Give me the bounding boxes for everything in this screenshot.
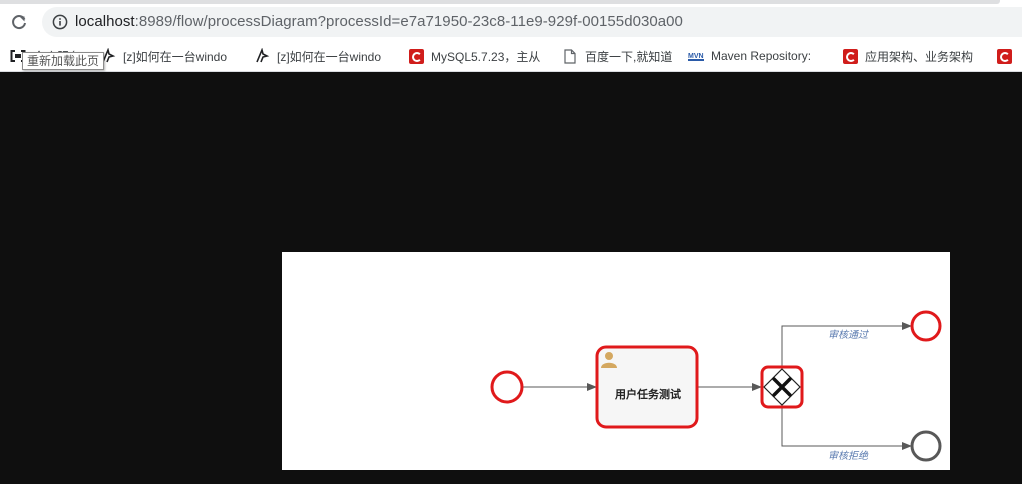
bookmarks-bar: 全库服务 [z]如何在一台windo [z]如何在一台windo MySQL5.… bbox=[0, 40, 1022, 72]
bookmark-item[interactable]: 应用架构、业务架构 bbox=[842, 46, 978, 66]
info-icon[interactable] bbox=[52, 14, 68, 30]
reload-icon bbox=[12, 15, 26, 30]
bookmark-item[interactable]: 百度一下,就知道 bbox=[562, 46, 680, 66]
start-event[interactable] bbox=[490, 370, 524, 404]
flow-label-approve: 审核通过 bbox=[828, 330, 868, 341]
bookmark-item[interactable]: [z]如何在一台windo bbox=[100, 46, 240, 66]
reload-button[interactable] bbox=[6, 9, 32, 35]
process-diagram: 用户任务测试 审核通过 审核拒绝 bbox=[282, 252, 950, 470]
address-bar-area: localhost:8989/flow/processDiagram?proce… bbox=[0, 0, 1022, 40]
omnibox[interactable]: localhost:8989/flow/processDiagram?proce… bbox=[42, 7, 1022, 37]
page-icon bbox=[562, 48, 578, 64]
diagram-svg bbox=[490, 310, 942, 462]
url-host: localhost bbox=[75, 13, 135, 30]
bookmark-label: MySQL5.7.23，主从 bbox=[431, 49, 541, 64]
tab-strip-edge bbox=[0, 0, 1000, 4]
url-text[interactable]: localhost:8989/flow/processDiagram?proce… bbox=[75, 13, 683, 30]
bookmark-item[interactable]: MVN Maven Repository: bbox=[688, 46, 824, 66]
bookmark-label: Maven Repository: bbox=[711, 49, 812, 63]
csdn-c-icon bbox=[408, 48, 424, 64]
end-event-approve[interactable] bbox=[910, 310, 942, 342]
bookmark-item[interactable]: [z]如何在一台windo bbox=[254, 46, 394, 66]
bookmark-label: 百度一下,就知道 bbox=[585, 49, 673, 64]
end-event-reject[interactable] bbox=[910, 430, 942, 462]
svg-text:MVN: MVN bbox=[688, 53, 704, 60]
csdn-c-icon bbox=[996, 48, 1012, 64]
task-label: 用户任务测试 bbox=[615, 389, 681, 401]
z-logo-icon bbox=[254, 48, 270, 64]
bookmark-label: [z]如何在一台windo bbox=[277, 49, 382, 64]
mvn-icon: MVN bbox=[688, 48, 704, 64]
flow-reject[interactable] bbox=[781, 407, 912, 450]
bookmark-item[interactable]: MySQL5.7.23，主从 bbox=[408, 46, 546, 66]
csdn-c-icon bbox=[842, 48, 858, 64]
bookmark-item[interactable] bbox=[996, 46, 1022, 66]
bookmark-label: [z]如何在一台windo bbox=[123, 49, 228, 64]
bookmark-label: 应用架构、业务架构 bbox=[865, 49, 974, 64]
reload-tooltip: 重新加载此页 bbox=[22, 52, 105, 70]
url-path: :8989/flow/processDiagram?processId=e7a7… bbox=[134, 13, 683, 30]
flow-label-reject: 审核拒绝 bbox=[828, 451, 868, 462]
